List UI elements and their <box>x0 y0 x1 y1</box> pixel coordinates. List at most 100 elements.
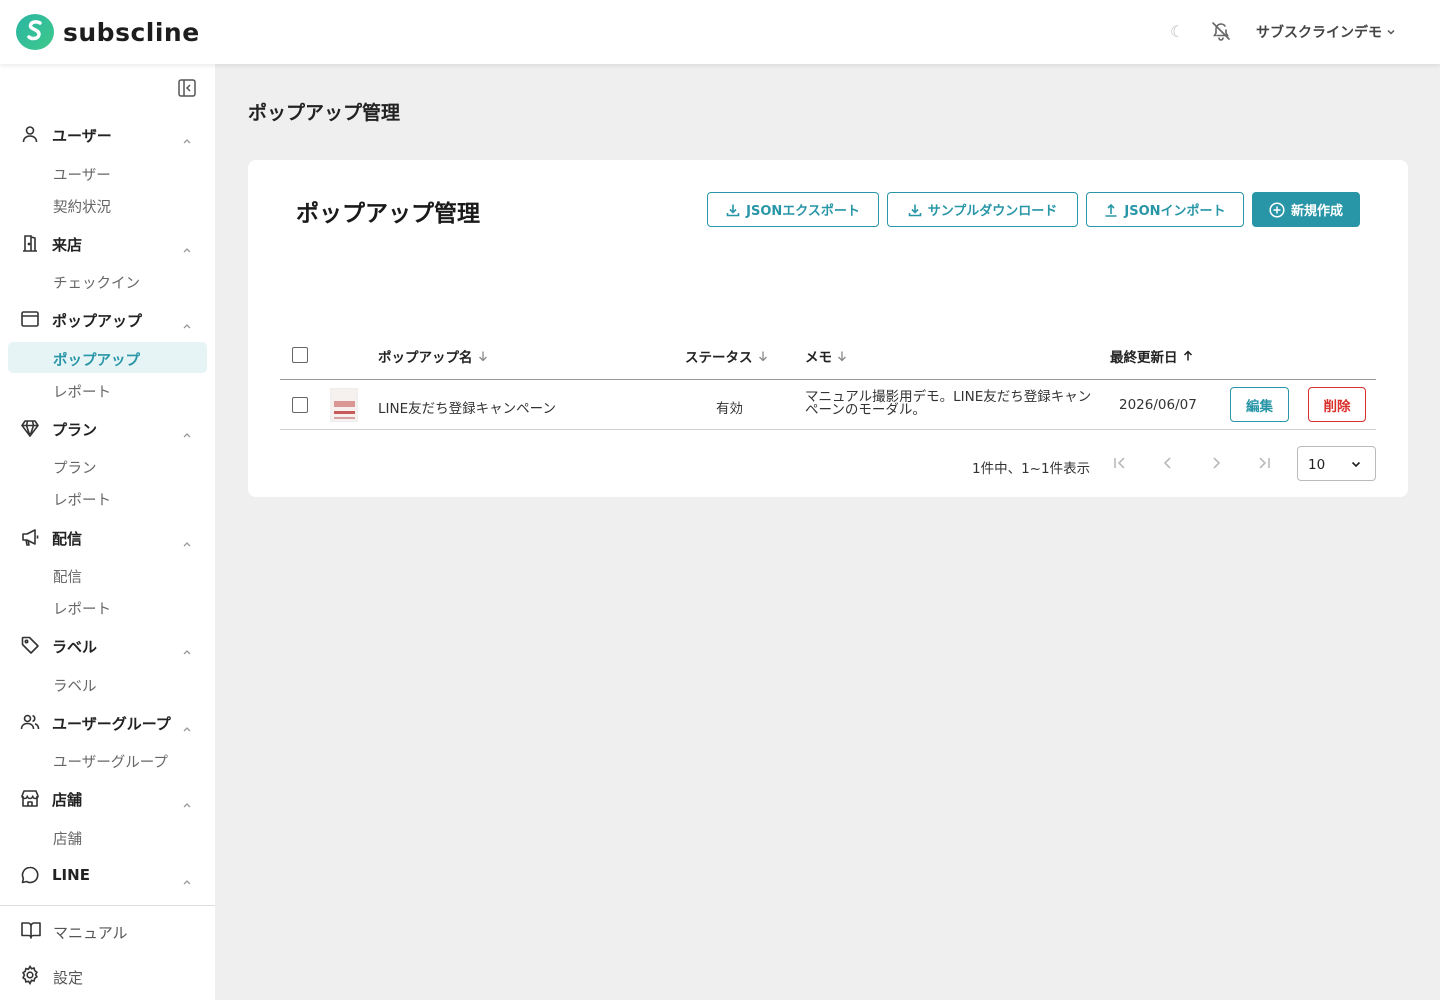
nav-group-label: LINE <box>52 866 90 884</box>
chevron-up-icon <box>182 718 192 737</box>
nav-group-stores[interactable]: 店舗 <box>0 783 215 813</box>
chevron-up-icon <box>182 871 192 890</box>
json-import-button[interactable]: JSONインポート <box>1086 192 1244 227</box>
rows-per-page-value: 10 <box>1308 457 1326 473</box>
popup-name-cell[interactable]: LINE友だち登録キャンペーン <box>378 397 556 417</box>
button-label: サンプルダウンロード <box>927 204 1058 219</box>
sidebar-item-label: 店舗 <box>53 832 82 848</box>
sidebar-item-labels[interactable]: ラベル <box>8 668 207 699</box>
brand-logo[interactable]: subscline <box>16 14 200 50</box>
column-header-name[interactable]: ポップアップ名 <box>378 346 489 366</box>
book-icon <box>20 920 42 944</box>
sample-download-button[interactable]: サンプルダウンロード <box>887 192 1078 227</box>
json-export-button[interactable]: JSONエクスポート <box>707 192 879 227</box>
chevron-up-icon <box>182 533 192 552</box>
chevron-up-icon <box>182 239 192 258</box>
sidebar-item-label: レポート <box>53 493 111 509</box>
button-label: JSONエクスポート <box>746 204 860 219</box>
nav-group-plans[interactable]: プラン <box>0 413 215 443</box>
arrow-down-icon <box>478 351 487 362</box>
nav-group-label: プラン <box>52 421 98 439</box>
chevron-up-icon <box>182 424 192 443</box>
last-page-icon[interactable] <box>1254 453 1274 473</box>
nav-group-label: 来店 <box>52 236 83 254</box>
brand-name: subscline <box>63 17 200 47</box>
column-label: 最終更新日 <box>1110 350 1178 366</box>
column-header-updated[interactable]: 最終更新日 <box>1110 346 1194 366</box>
sidebar-collapse-icon[interactable] <box>177 78 197 102</box>
upload-icon <box>1105 203 1117 217</box>
sidebar-item-popup-report[interactable]: レポート <box>8 374 207 405</box>
sidebar-item-label: ユーザー <box>53 168 111 184</box>
chevron-up-icon <box>182 794 192 813</box>
nav-group-label: 店舗 <box>52 791 83 809</box>
chevron-down-icon <box>1387 29 1395 35</box>
store-icon <box>20 788 40 812</box>
column-label: ステータス <box>685 350 753 366</box>
nav-group-users[interactable]: ユーザー <box>0 119 215 149</box>
sidebar-item-label: 契約状況 <box>53 200 111 216</box>
sidebar-item-label: レポート <box>53 602 111 618</box>
chat-bubble-icon <box>20 865 40 889</box>
sidebar-item-stores[interactable]: 店舗 <box>8 821 207 852</box>
window-icon <box>20 309 40 333</box>
create-new-button[interactable]: 新規作成 <box>1252 192 1360 227</box>
sidebar-item-broadcast-report[interactable]: レポート <box>8 591 207 622</box>
sidebar-item-label: ポップアップ <box>53 353 140 369</box>
arrow-up-icon <box>1183 350 1192 361</box>
sidebar-item-plan-report[interactable]: レポート <box>8 482 207 513</box>
download-icon <box>726 204 740 216</box>
delete-button[interactable]: 削除 <box>1308 387 1366 422</box>
chevron-down-icon <box>1351 461 1361 468</box>
edit-button[interactable]: 編集 <box>1230 387 1289 422</box>
account-menu[interactable]: サブスクラインデモ <box>1256 22 1396 42</box>
sidebar-item-user-groups[interactable]: ユーザーグループ <box>8 744 207 775</box>
chevron-up-icon <box>182 130 192 149</box>
diamond-icon <box>20 418 40 442</box>
gear-icon <box>20 964 40 989</box>
sidebar-settings-link[interactable]: 設定 <box>0 961 215 991</box>
rows-per-page-select[interactable]: 10 <box>1297 446 1376 481</box>
moon-icon[interactable]: ☾ <box>1170 22 1184 41</box>
column-label: ポップアップ名 <box>378 350 473 366</box>
nav-group-label: 配信 <box>52 530 83 548</box>
plus-circle-icon <box>1269 201 1285 218</box>
sidebar-item-users[interactable]: ユーザー <box>8 157 207 188</box>
popup-thumbnail <box>330 388 358 422</box>
updated-date-cell: 2026/06/07 <box>1119 397 1197 413</box>
bell-off-icon[interactable] <box>1211 21 1231 45</box>
chevron-up-icon <box>182 641 192 660</box>
nav-group-visits[interactable]: 来店 <box>0 228 215 258</box>
nav-group-popups[interactable]: ポップアップ <box>0 304 215 334</box>
page-title: ポップアップ管理 <box>248 102 401 124</box>
sidebar-item-checkin[interactable]: チェックイン <box>8 265 207 296</box>
nav-group-labels[interactable]: ラベル <box>0 630 215 660</box>
sidebar-item-plans[interactable]: プラン <box>8 450 207 481</box>
nav-group-user-groups[interactable]: ユーザーグループ <box>0 707 215 737</box>
column-header-memo[interactable]: メモ <box>805 346 848 366</box>
select-all-checkbox[interactable] <box>292 347 308 363</box>
table-header-divider <box>280 379 1376 380</box>
nav-group-broadcasts[interactable]: 配信 <box>0 522 215 552</box>
column-label: メモ <box>805 350 832 366</box>
row-checkbox[interactable] <box>292 397 308 413</box>
nav-group-label: ユーザーグループ <box>52 715 171 733</box>
button-label: JSONインポート <box>1124 204 1226 219</box>
sidebar-footer-label: マニュアル <box>53 924 128 942</box>
sidebar-item-label: ラベル <box>53 679 97 695</box>
status-cell: 有効 <box>716 401 743 417</box>
first-page-icon[interactable] <box>1110 453 1130 473</box>
sidebar-item-contracts[interactable]: 契約状況 <box>8 189 207 220</box>
previous-page-icon[interactable] <box>1158 453 1178 473</box>
column-header-status[interactable]: ステータス <box>685 346 769 366</box>
arrow-down-icon <box>838 351 846 362</box>
memo-cell: マニュアル撮影用デモ。LINE友だち登録キャンペーンのモーダル。 <box>805 389 1092 418</box>
door-icon <box>20 233 40 257</box>
next-page-icon[interactable] <box>1206 453 1226 473</box>
nav-group-label: ユーザー <box>52 127 112 145</box>
sidebar-manual-link[interactable]: マニュアル <box>0 916 215 946</box>
sidebar-item-popups[interactable]: ポップアップ <box>8 342 207 373</box>
chevron-up-icon <box>182 315 192 334</box>
sidebar-item-broadcasts[interactable]: 配信 <box>8 559 207 590</box>
nav-group-line[interactable]: LINE <box>0 860 215 890</box>
